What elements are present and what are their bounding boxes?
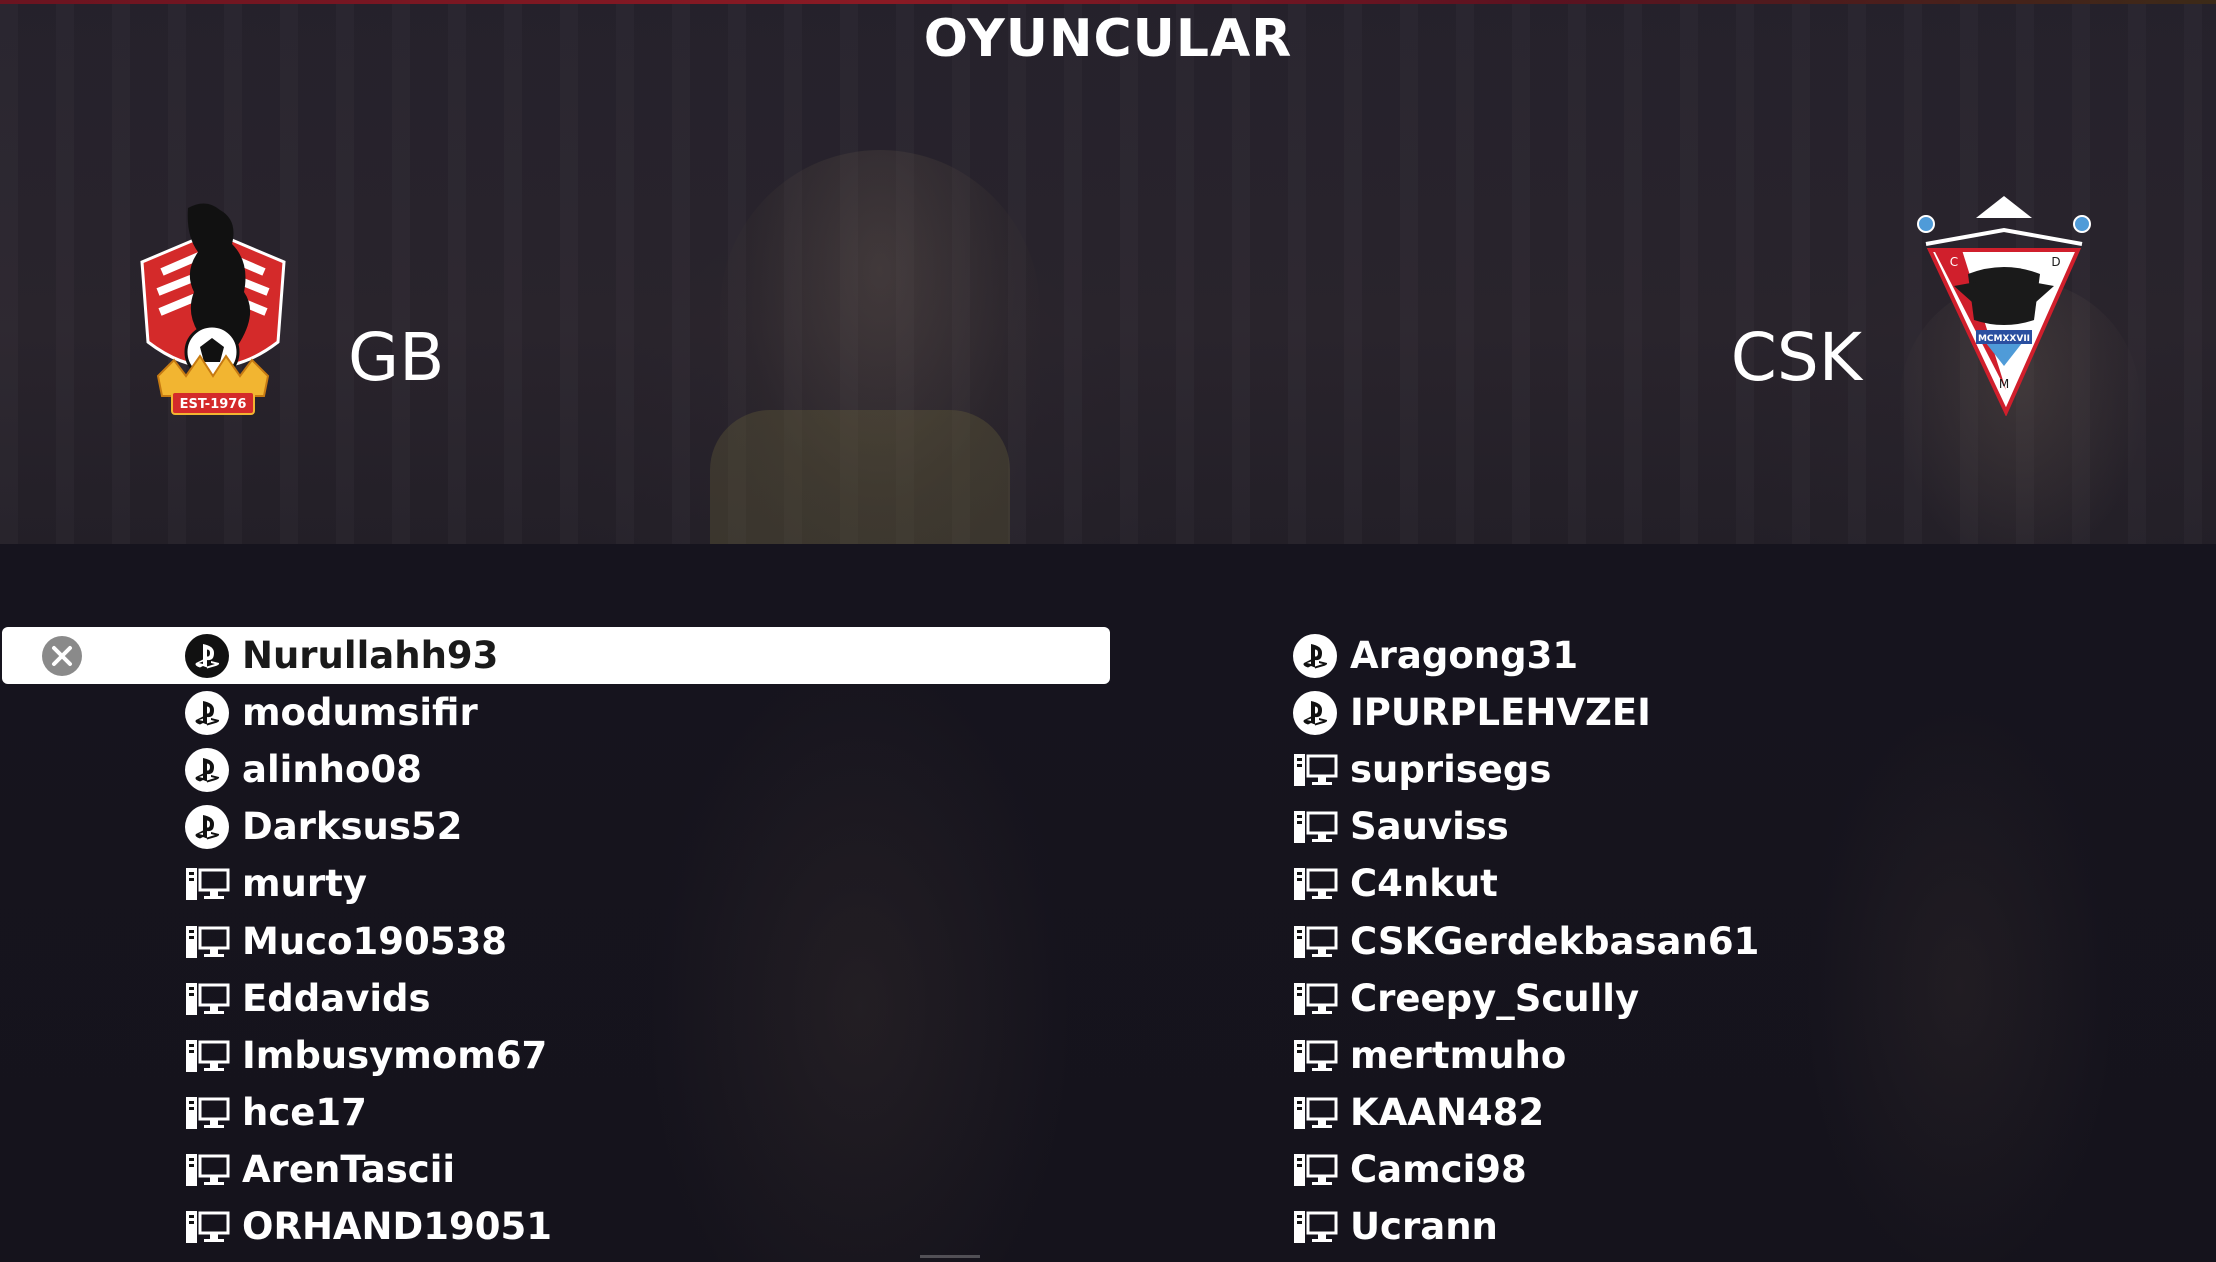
pc-icon <box>184 1033 230 1079</box>
pc-icon <box>184 861 230 907</box>
player-row[interactable]: Aragong31 <box>1280 627 2180 684</box>
player-row[interactable]: Darksus52 <box>0 799 1112 856</box>
pc-icon <box>184 1147 230 1193</box>
player-name: Eddavids <box>242 976 431 1020</box>
page-title: OYUNCULAR <box>923 9 1293 69</box>
player-row[interactable]: CSKGerdekbasan61 <box>1280 913 2180 970</box>
home-team-abbr: GB <box>348 319 445 396</box>
playstation-icon <box>184 804 230 850</box>
scroll-indicator <box>920 1255 980 1258</box>
svg-text:EST-1976: EST-1976 <box>180 397 247 412</box>
pc-icon <box>1292 1147 1338 1193</box>
player-name: IPURPLEHVZEI <box>1350 690 1651 734</box>
away-players-column: Aragong31 IPURPLEHVZEI suprisegs Sauviss… <box>1280 627 2180 1256</box>
player-row[interactable]: Camci98 <box>1280 1142 2180 1199</box>
close-circle-icon <box>42 635 82 676</box>
player-name: mertmuho <box>1350 1033 1567 1077</box>
player-row[interactable]: ArenTascii <box>0 1142 1112 1199</box>
player-name: KAAN482 <box>1350 1091 1545 1135</box>
pc-icon <box>1292 1033 1338 1079</box>
player-name: Imbusymom67 <box>242 1033 548 1077</box>
player-name: suprisegs <box>1350 747 1552 791</box>
player-row[interactable]: ORHAND19051 <box>0 1199 1112 1256</box>
player-name: C4nkut <box>1350 862 1498 906</box>
player-row[interactable]: KAAN482 <box>1280 1085 2180 1142</box>
svg-text:C: C <box>1950 255 1958 269</box>
player-row[interactable]: murty <box>0 856 1112 913</box>
player-name: Sauviss <box>1350 805 1509 849</box>
player-row[interactable]: Imbusymom67 <box>0 1027 1112 1084</box>
player-name: Creepy_Scully <box>1350 976 1640 1020</box>
player-row[interactable]: IPURPLEHVZEI <box>1280 684 2180 741</box>
player-name: Darksus52 <box>242 805 463 849</box>
home-players-column: Nurullahh93 modumsifir alinho08 Darksus5… <box>0 627 1112 1256</box>
player-row-selected[interactable]: Nurullahh93 <box>2 627 1110 685</box>
player-name: Muco190538 <box>242 919 507 963</box>
player-name: CSKGerdekbasan61 <box>1350 919 1760 963</box>
player-row[interactable]: Eddavids <box>0 970 1112 1027</box>
pc-icon <box>184 1090 230 1136</box>
player-name: alinho08 <box>242 747 422 791</box>
player-row[interactable]: C4nkut <box>1280 856 2180 913</box>
playstation-icon <box>184 747 230 793</box>
player-row[interactable]: modumsifir <box>0 684 1112 741</box>
playstation-icon <box>1292 690 1338 736</box>
player-row[interactable]: Muco190538 <box>0 913 1112 970</box>
away-team-abbr: CSK <box>1730 319 1862 396</box>
player-vest-left <box>710 410 1010 550</box>
pc-icon <box>1292 747 1338 793</box>
players-screen: OYUNCULAR EST-1976 GB MCMXXVII C D M CSK <box>0 0 2216 1262</box>
pc-icon <box>1292 1204 1338 1250</box>
pc-icon <box>1292 861 1338 907</box>
player-name: modumsifir <box>242 690 478 734</box>
pc-icon <box>1292 976 1338 1022</box>
bear-crest-icon: EST-1976 <box>140 203 286 415</box>
player-name: ArenTascii <box>242 1148 456 1192</box>
svg-text:D: D <box>2051 255 2060 269</box>
player-name: Aragong31 <box>1350 633 1579 677</box>
pc-icon <box>1292 1090 1338 1136</box>
player-row[interactable]: mertmuho <box>1280 1027 2180 1084</box>
player-row[interactable]: hce17 <box>0 1085 1112 1142</box>
playstation-icon <box>1292 633 1338 679</box>
player-row[interactable]: Sauviss <box>1280 799 2180 856</box>
pc-icon <box>184 919 230 965</box>
player-name: Ucrann <box>1350 1205 1498 1249</box>
player-name: ORHAND19051 <box>242 1205 552 1249</box>
stadium-background <box>0 4 2216 544</box>
player-row[interactable]: suprisegs <box>1280 741 2180 798</box>
pc-icon <box>184 976 230 1022</box>
player-row[interactable]: Creepy_Scully <box>1280 970 2180 1027</box>
svg-text:M: M <box>1999 377 2009 391</box>
eagle-crest-icon: MCMXXVII C D M <box>1917 196 2091 416</box>
svg-text:MCMXXVII: MCMXXVII <box>1978 334 2030 344</box>
pc-icon <box>1292 804 1338 850</box>
player-name: hce17 <box>242 1091 367 1135</box>
player-name: Nurullahh93 <box>242 633 499 677</box>
player-name: murty <box>242 862 367 906</box>
playstation-icon <box>184 633 230 679</box>
playstation-icon <box>184 690 230 736</box>
pc-icon <box>184 1204 230 1250</box>
player-row[interactable]: Ucrann <box>1280 1199 2180 1256</box>
remove-player-button[interactable] <box>40 634 84 678</box>
player-row[interactable]: alinho08 <box>0 741 1112 798</box>
player-name: Camci98 <box>1350 1148 1527 1192</box>
pc-icon <box>1292 919 1338 965</box>
